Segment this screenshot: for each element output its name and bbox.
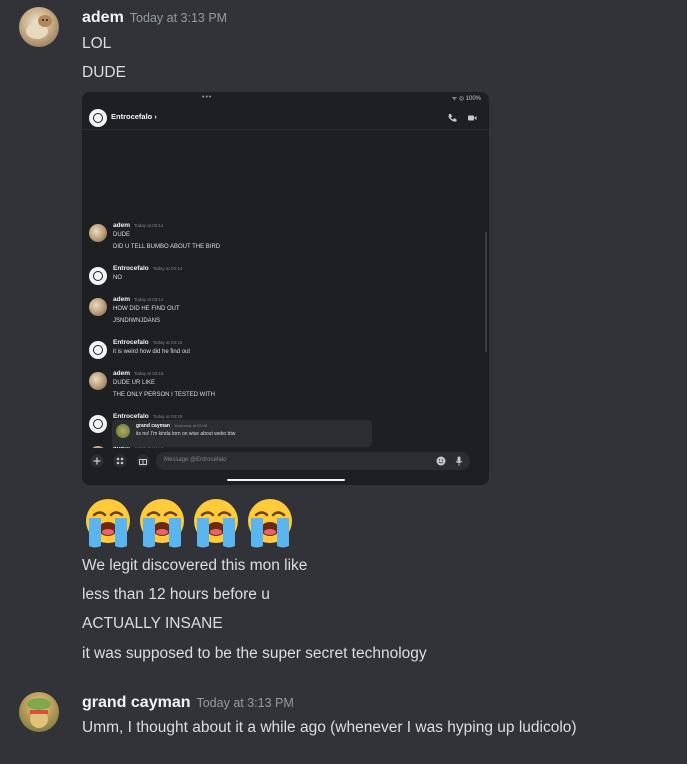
dm-message-time: Today at 03:14 bbox=[133, 297, 164, 302]
video-icon bbox=[468, 115, 477, 121]
message-line: less than 12 hours before u bbox=[82, 586, 270, 603]
dm-header: Entrocefalo › bbox=[82, 106, 489, 130]
quote-author: grand cayman bbox=[136, 423, 170, 429]
quote-text: its no! I'm kinda torn on wise about web… bbox=[136, 431, 236, 437]
dm-message-avatar bbox=[89, 224, 107, 242]
channel-title: Entrocefalo › bbox=[111, 112, 157, 121]
dm-message-avatar bbox=[89, 415, 107, 433]
dm-message-text: HOW DID HE FIND OUT bbox=[113, 306, 180, 312]
message-input[interactable]: Message @Entrocefalo bbox=[156, 452, 470, 470]
quote-avatar bbox=[116, 424, 130, 438]
message-line: it was supposed to be the super secret t… bbox=[82, 645, 427, 662]
dm-message-text: JSNDIWNJDANS bbox=[113, 317, 161, 324]
emoji-icon[interactable] bbox=[436, 456, 446, 466]
message-input-placeholder: Message @Entrocefalo bbox=[164, 457, 227, 463]
dm-message-author: Entrocefalo Today at 03:15 bbox=[113, 339, 182, 346]
dm-message-author: ademToday at 03:15 bbox=[113, 370, 164, 377]
dm-message-text: DUDE bbox=[113, 232, 131, 238]
home-indicator bbox=[227, 479, 345, 481]
message-line: DUDE bbox=[82, 64, 126, 81]
dm-avatar bbox=[89, 109, 107, 127]
cat-avatar-icon bbox=[26, 15, 52, 39]
scrollbar bbox=[485, 232, 487, 352]
dm-message-avatar bbox=[89, 267, 107, 285]
ludicolo-avatar-icon bbox=[27, 698, 51, 728]
phone-icon bbox=[448, 114, 457, 122]
microphone-icon[interactable] bbox=[454, 456, 464, 466]
message-line: Umm, I thought about it a while ago (whe… bbox=[82, 719, 577, 736]
dm-message-text: THE ONLY PERSON I TESTED WITH bbox=[113, 391, 216, 398]
gift-icon[interactable] bbox=[136, 454, 150, 468]
dm-author-name: adem bbox=[113, 222, 130, 229]
message-line: ACTUALLY INSANE bbox=[82, 615, 223, 632]
username[interactable]: grand cayman bbox=[82, 694, 190, 711]
avatar[interactable] bbox=[19, 692, 59, 732]
avatar[interactable] bbox=[19, 7, 59, 47]
dm-message-time: Today at 03:14 bbox=[133, 223, 164, 228]
dm-author-name: adem bbox=[113, 370, 130, 377]
dm-message-avatar bbox=[89, 372, 107, 390]
dm-author-name: Entrocefalo bbox=[113, 339, 149, 346]
timestamp[interactable]: Today at 3:13 PM bbox=[130, 11, 227, 25]
dm-author-name: Entrocefalo bbox=[113, 265, 149, 272]
reply-quote: grand cayman Yesterday at 03:48 its no! I… bbox=[112, 420, 372, 447]
username[interactable]: adem bbox=[82, 9, 124, 26]
dm-author-name: adem bbox=[113, 296, 130, 303]
dm-message-time: Today at 03:15 bbox=[152, 414, 183, 419]
dm-message-time: Today at 03:15 bbox=[133, 371, 164, 376]
dm-message-author: Entrocefalo Today at 03:15 bbox=[113, 413, 182, 420]
dm-message-text: DUDE UR LIKE bbox=[113, 380, 156, 386]
message-composer: Message @Entrocefalo bbox=[82, 448, 489, 485]
apps-icon[interactable] bbox=[113, 454, 127, 468]
status-dots: ••• bbox=[202, 94, 213, 101]
dm-message-author: adem Today at 03:14 bbox=[113, 296, 164, 303]
dm-message-author: Entrocefalo Today at 03:14 bbox=[113, 265, 182, 272]
dm-message-text: DID U TELL BUMBO ABOUT THE BIRD bbox=[113, 243, 221, 250]
loudly-crying-face-icon[interactable] bbox=[243, 496, 297, 550]
dm-author-name: Entrocefalo bbox=[113, 413, 149, 420]
timestamp[interactable]: Today at 3:13 PM bbox=[196, 696, 293, 710]
image-attachment[interactable]: ••• ᯤ ◎ 100% Entrocefalo › adem Today at … bbox=[82, 92, 489, 485]
battery-indicator: ᯤ ◎ 100% bbox=[451, 96, 481, 102]
message-line: We legit discovered this mon like bbox=[82, 557, 308, 574]
dm-message-avatar bbox=[89, 298, 107, 316]
plus-icon[interactable] bbox=[90, 454, 104, 468]
message-line: LOL bbox=[82, 35, 112, 52]
dm-message-author: adem Today at 03:14 bbox=[113, 222, 164, 229]
loudly-crying-face-icon[interactable] bbox=[135, 496, 189, 550]
dm-message-text: NO bbox=[113, 275, 122, 281]
dm-message-avatar bbox=[89, 341, 107, 359]
quote-time: Yesterday at 03:48 bbox=[173, 423, 208, 428]
dm-message-time: Today at 03:14 bbox=[152, 266, 183, 271]
dm-message-text: it is weird how did he find out bbox=[113, 349, 191, 355]
loudly-crying-face-icon[interactable] bbox=[189, 496, 243, 550]
dm-message-time: Today at 03:15 bbox=[152, 340, 183, 345]
loudly-crying-face-icon[interactable] bbox=[81, 496, 135, 550]
